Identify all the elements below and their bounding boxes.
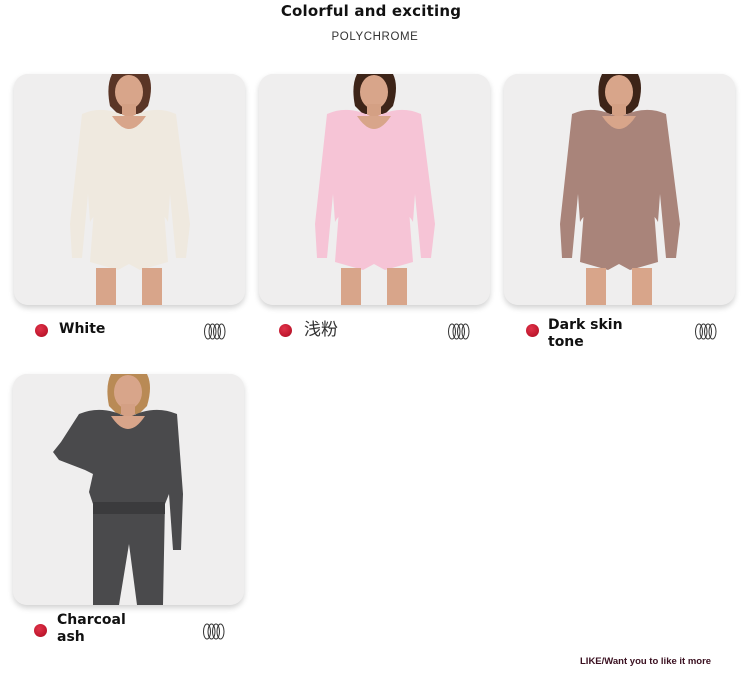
- color-label-light-pink: 浅粉: [304, 320, 338, 340]
- model-figure-dark-skin-tone: [504, 74, 735, 305]
- product-image-charcoal-ash[interactable]: [13, 374, 244, 605]
- color-dot-dark-skin-tone: [526, 324, 539, 337]
- model-figure-white: [14, 74, 245, 305]
- rings-icon: [203, 323, 227, 340]
- like-caption: LIKE/Want you to like it more: [580, 656, 712, 667]
- rings-icon: [694, 323, 718, 340]
- color-label-dark-skin-tone: Dark skin tone: [548, 317, 623, 350]
- product-image-dark-skin-tone[interactable]: [504, 74, 735, 305]
- rings-icon: [447, 323, 471, 340]
- model-figure-charcoal-ash: [13, 374, 244, 605]
- product-image-light-pink[interactable]: [259, 74, 490, 305]
- model-figure-light-pink: [259, 74, 490, 305]
- page-title: Colorful and exciting: [280, 2, 462, 20]
- page-subtitle: POLYCHROME: [331, 31, 419, 43]
- product-image-white[interactable]: [14, 74, 245, 305]
- rings-icon: [202, 623, 226, 640]
- color-dot-charcoal-ash: [34, 624, 47, 637]
- color-dot-light-pink: [279, 324, 292, 337]
- color-label-white: White: [59, 321, 106, 337]
- color-dot-white: [35, 324, 48, 337]
- color-label-charcoal-ash: Charcoal ash: [57, 612, 126, 645]
